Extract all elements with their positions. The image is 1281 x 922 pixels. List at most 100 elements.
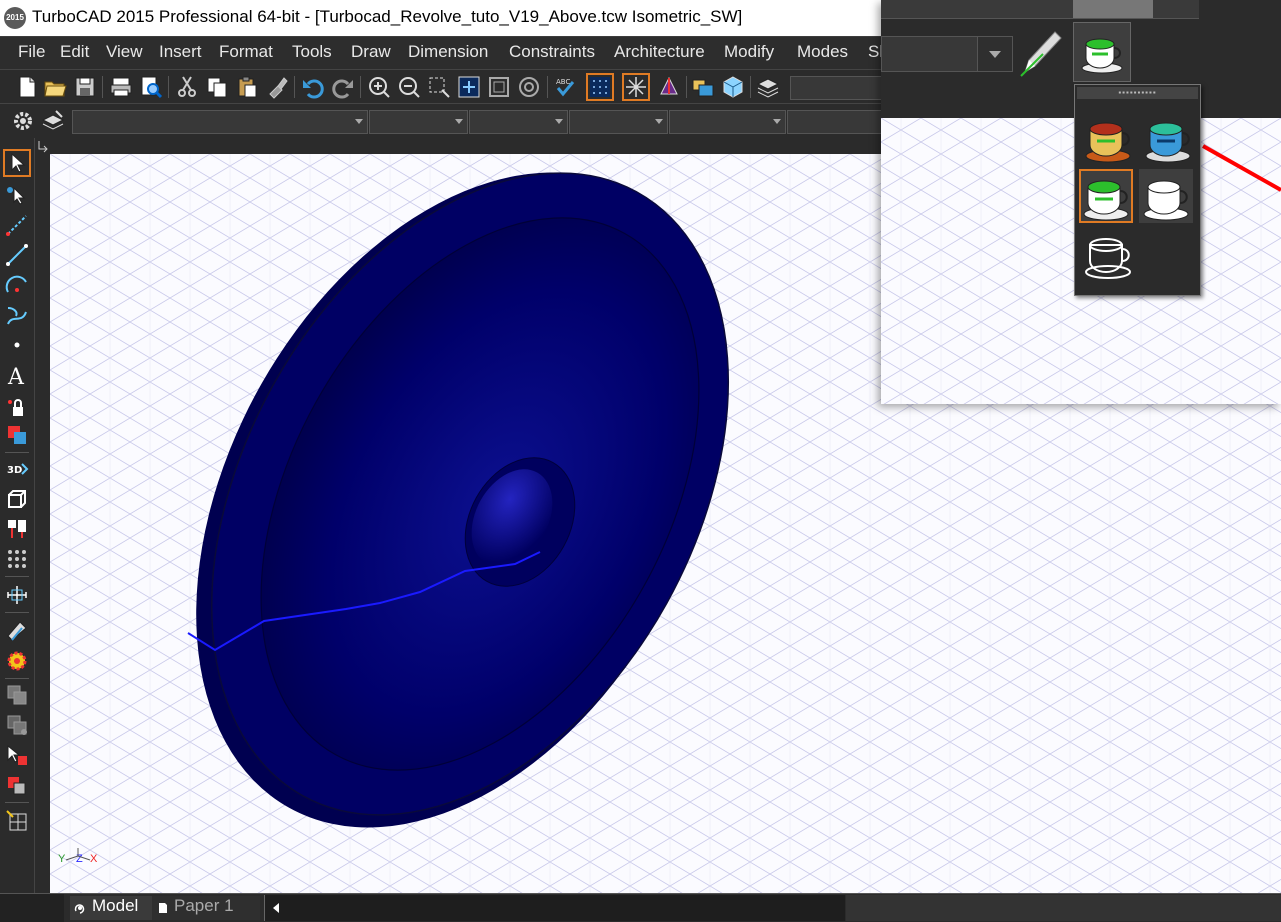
secondary-combo-arrow[interactable] <box>977 37 1012 71</box>
text-icon[interactable]: A <box>4 362 30 388</box>
line-icon[interactable] <box>4 242 30 268</box>
zoom-extents-icon[interactable] <box>456 74 482 100</box>
toolbar-separator <box>547 76 548 98</box>
menu-architecture[interactable]: Architecture <box>614 42 705 62</box>
menu-modify[interactable]: Modify <box>724 42 774 62</box>
layers-icon[interactable] <box>755 74 781 100</box>
secondary-toolbar-button[interactable] <box>1073 0 1153 18</box>
svg-text:Z: Z <box>76 853 83 865</box>
teacup-shaded-blue-icon[interactable] <box>1141 111 1195 165</box>
toolbar-separator <box>750 76 751 98</box>
insert-block-icon[interactable] <box>4 712 30 738</box>
popup-grip[interactable]: ▪▪▪▪▪▪▪▪▪▪ <box>1077 87 1198 99</box>
menu-format[interactable]: Format <box>219 42 273 62</box>
teacup-shaded-green-icon <box>1081 38 1123 74</box>
toolbar-separator <box>686 76 687 98</box>
select-by-color-icon[interactable] <box>4 742 30 768</box>
perspective-icon[interactable] <box>656 74 682 100</box>
pencil-icon[interactable] <box>1019 24 1065 80</box>
undo-icon[interactable] <box>300 74 326 100</box>
render-mode-button[interactable] <box>1073 22 1131 82</box>
menu-file[interactable]: File <box>18 42 45 62</box>
pen-style-dropdown[interactable] <box>469 110 568 134</box>
tab-model[interactable]: Model <box>70 896 164 920</box>
render-gear-icon[interactable] <box>4 648 30 674</box>
snap-vertex-icon[interactable] <box>622 73 650 101</box>
zoom-previous-icon[interactable] <box>516 74 542 100</box>
render-mode-popup: ▪▪▪▪▪▪▪▪▪▪ <box>1074 84 1201 296</box>
menu-view[interactable]: View <box>106 42 143 62</box>
scroll-left-icon[interactable] <box>271 902 281 914</box>
horizontal-scrollbar-thumb[interactable] <box>846 895 1281 921</box>
brush-dropdown[interactable] <box>787 110 882 134</box>
design-director-icon[interactable] <box>690 74 716 100</box>
redo-icon[interactable] <box>330 74 356 100</box>
copy-icon[interactable] <box>204 74 230 100</box>
arc-icon[interactable] <box>4 272 30 298</box>
toolbar-separator <box>5 612 29 613</box>
tab-paper-1[interactable]: Paper 1 <box>152 896 260 920</box>
node-edit-icon[interactable] <box>4 182 30 208</box>
menu-modes[interactable]: Modes <box>797 42 848 62</box>
svg-text:ABC: ABC <box>556 78 570 86</box>
cut-icon[interactable] <box>174 74 200 100</box>
tab-scroll-area <box>0 894 64 922</box>
app-logo-icon[interactable]: 2015 <box>4 7 26 29</box>
print-icon[interactable] <box>108 74 134 100</box>
paste-icon[interactable] <box>234 74 260 100</box>
svg-text:3D: 3D <box>7 465 22 476</box>
zoom-out-icon[interactable] <box>396 74 422 100</box>
menu-dimension[interactable]: Dimension <box>408 42 488 62</box>
teacup-shaded-green-option-icon[interactable] <box>1079 169 1133 223</box>
point-icon[interactable] <box>4 332 30 358</box>
toolbar-separator <box>5 678 29 679</box>
3d-icon[interactable]: 3D <box>4 456 30 482</box>
hatch-icon[interactable] <box>4 422 30 448</box>
lock-icon[interactable] <box>4 394 30 420</box>
pen-width-dropdown[interactable] <box>569 110 668 134</box>
spline-icon[interactable] <box>4 302 30 328</box>
horizontal-scrollbar-track[interactable] <box>264 895 845 921</box>
gear-icon[interactable] <box>10 108 36 134</box>
format-painter-icon[interactable] <box>264 74 290 100</box>
new-file-icon[interactable] <box>14 74 40 100</box>
teacup-wireframe-icon[interactable] <box>1081 227 1135 281</box>
point-line-icon[interactable] <box>4 212 30 238</box>
layer-dropdown[interactable] <box>72 110 368 134</box>
render-cube-icon[interactable] <box>720 74 746 100</box>
teacup-hidden-line-icon[interactable] <box>1139 169 1193 223</box>
save-icon[interactable] <box>72 74 98 100</box>
standard-toolbar: ABC <box>0 69 882 104</box>
menu-draw[interactable]: Draw <box>351 42 391 62</box>
array-icon[interactable] <box>4 546 30 572</box>
spell-check-icon[interactable]: ABC <box>552 74 578 100</box>
print-preview-icon[interactable] <box>138 74 164 100</box>
zoom-window-icon[interactable] <box>426 74 452 100</box>
menu-insert[interactable]: Insert <box>159 42 202 62</box>
ruler-corner-icon[interactable] <box>35 138 50 153</box>
color-layers-icon[interactable] <box>4 772 30 798</box>
zoom-page-icon[interactable] <box>486 74 512 100</box>
box-icon[interactable] <box>4 486 30 512</box>
dimension-icon[interactable] <box>4 582 30 608</box>
menu-constraints[interactable]: Constraints <box>509 42 595 62</box>
properties-icon[interactable] <box>40 108 66 134</box>
boolean-icon[interactable] <box>4 516 30 542</box>
secondary-combo[interactable] <box>881 36 1013 72</box>
toolbar-combo[interactable] <box>790 76 882 100</box>
menu-edit[interactable]: Edit <box>60 42 89 62</box>
property-toolbar <box>0 103 882 139</box>
color-dropdown[interactable] <box>369 110 468 134</box>
zoom-in-icon[interactable] <box>366 74 392 100</box>
eraser-icon[interactable] <box>4 618 30 644</box>
open-folder-icon[interactable] <box>42 74 68 100</box>
line-style-dropdown[interactable] <box>669 110 786 134</box>
menu-truncated[interactable]: Sl <box>868 42 881 62</box>
workplane-icon[interactable] <box>4 808 30 834</box>
menu-tools[interactable]: Tools <box>292 42 332 62</box>
snap-grid-icon[interactable] <box>586 73 614 101</box>
block-icon[interactable] <box>4 682 30 708</box>
tab-paper-1-label: Paper 1 <box>174 896 234 915</box>
select-arrow-icon[interactable] <box>3 149 31 177</box>
teacup-rendered-icon[interactable] <box>1081 111 1135 165</box>
